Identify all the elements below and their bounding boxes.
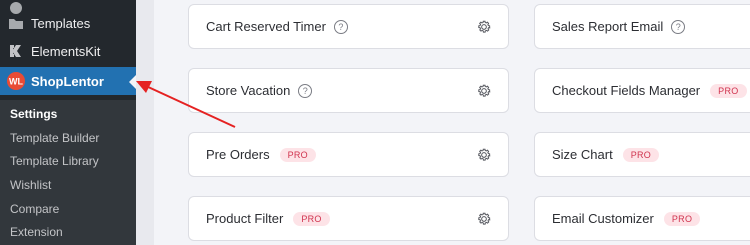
annotation-arrow	[136, 81, 236, 128]
